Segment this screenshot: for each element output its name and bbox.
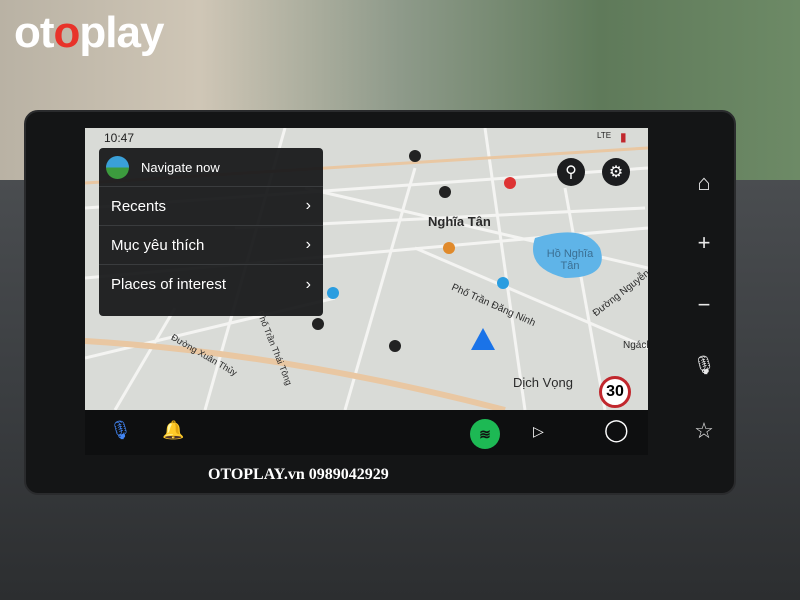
menu-item-label: Places of interest	[111, 276, 227, 293]
maps-app-icon	[106, 155, 129, 179]
map-label: Hồ Nghĩa Tân	[546, 248, 594, 272]
mic-icon[interactable]: 🎙	[692, 355, 716, 376]
settings-button[interactable]: ⚙	[602, 158, 630, 186]
navigate-now-label: Navigate now	[141, 159, 220, 175]
clock: 10:47	[104, 131, 135, 145]
chevron-right-icon: ›	[305, 275, 311, 293]
search-icon: ⚲	[565, 164, 577, 181]
gear-icon: ⚙	[608, 164, 624, 181]
menu-item-places-of-interest[interactable]: Places of interest ›	[99, 265, 323, 304]
chevron-right-icon: ›	[305, 236, 311, 253]
volume-down-icon[interactable]: −	[692, 292, 716, 318]
star-icon[interactable]: ☆	[692, 418, 716, 444]
menu-item-label: Mục yêu thích	[111, 236, 205, 254]
map-label: Ngách	[623, 340, 648, 351]
bell-icon[interactable]: 🔔	[162, 420, 184, 441]
otoplay-logo: otoplay	[14, 8, 164, 57]
home-icon[interactable]: ⌂	[692, 170, 716, 196]
navigation-menu: Navigate now Recents › Mục yêu thích › Pla…	[99, 148, 323, 316]
menu-item-favorites[interactable]: Mục yêu thích ›	[99, 226, 323, 265]
home-circle-icon[interactable]: ◯	[604, 417, 629, 443]
menu-item-recents[interactable]: Recents ›	[99, 187, 323, 226]
bottom-bar: 🎙 🔔 ≋ ▷ ◯	[85, 410, 648, 455]
network-indicator: LTE	[597, 131, 612, 140]
menu-item-label: Recents	[111, 197, 167, 215]
speed-limit-sign: 30	[599, 376, 631, 408]
navigate-now-button[interactable]: Navigate now	[99, 148, 323, 187]
watermark-footer: OTOPLAY.vn 0989042929	[208, 466, 389, 483]
map-label: Dịch Vọng	[513, 375, 573, 390]
play-icon[interactable]: ▷	[533, 423, 544, 440]
map-label: Nghĩa Tân	[428, 214, 491, 229]
volume-up-icon[interactable]: +	[692, 230, 716, 256]
spotify-icon[interactable]: ≋	[470, 419, 500, 449]
search-button[interactable]: ⚲	[557, 158, 585, 186]
chevron-right-icon: ›	[305, 197, 311, 214]
battery-icon: ▮	[620, 130, 627, 144]
android-auto-screen: 10:47 LTE ▮ Navigate now Recents › Mục yê…	[85, 128, 648, 455]
mic-icon[interactable]: 🎙	[109, 420, 132, 441]
